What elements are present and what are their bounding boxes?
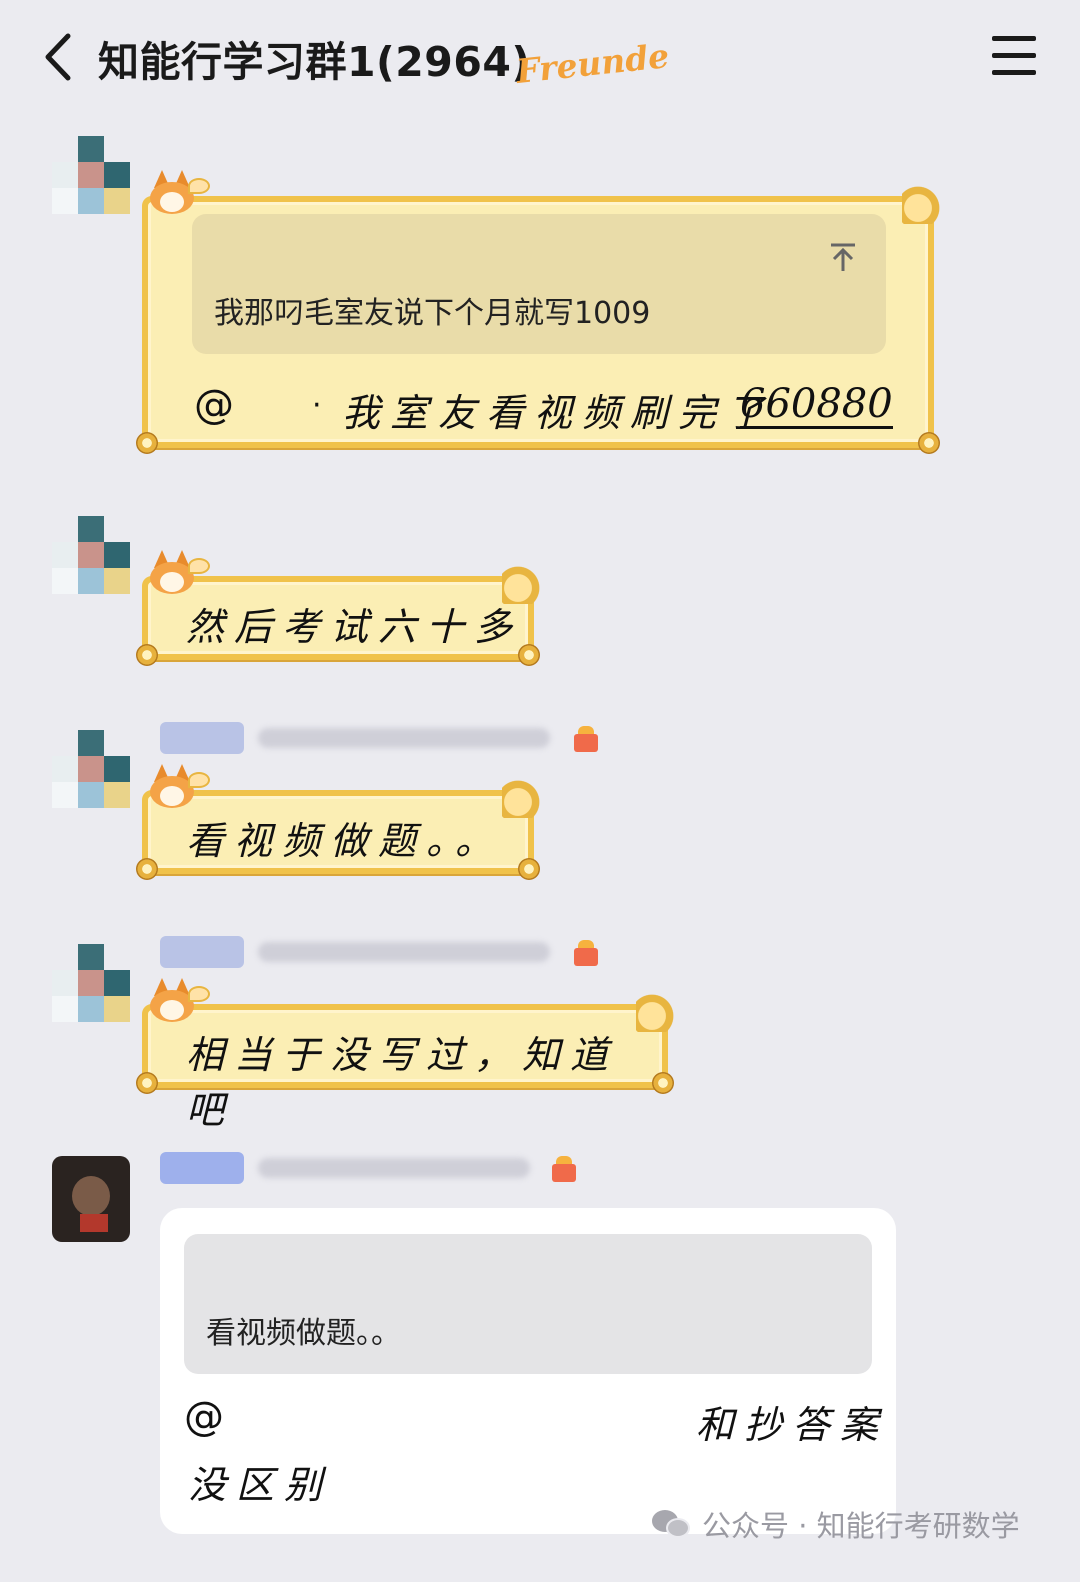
avatar[interactable] [52,944,130,1022]
quoted-message[interactable]: 我那叼毛室友说下个月就写1009 [192,214,886,354]
level-badge [160,722,244,754]
message-bubble[interactable]: 看视频做题。。 @ 和抄答案 没区别 [160,1208,896,1534]
wechat-icon [652,1508,692,1540]
message-text: 看视频做题。。 [186,819,504,863]
scroll-to-top-icon[interactable] [828,242,858,272]
corgi-sticker-icon [146,550,210,600]
quoted-text: 看视频做题。。 [206,1316,401,1351]
mention-symbol[interactable]: @ [194,382,234,428]
corgi-sticker-icon [146,170,210,220]
message-text: 然后考试六十多 [186,605,523,649]
message-text-line2: 没区别 [188,1463,333,1507]
menu-icon[interactable] [992,36,1036,76]
blurred-nickname [258,728,550,748]
sender-name-row [160,720,620,754]
gift-icon [570,938,602,966]
mention-symbol[interactable]: @ [184,1394,224,1440]
level-badge [160,936,244,968]
gift-icon [548,1154,580,1182]
message-text: 我室友看视频刷完了 [342,391,775,435]
avatar[interactable] [52,730,130,808]
corgi-sticker-icon [146,978,210,1028]
sender-name-row [160,934,620,968]
gift-icon [570,724,602,752]
mention-separator: · [312,388,322,423]
chat-header: 知能行学习群1(2964) Freunde [0,0,1080,110]
avatar[interactable] [52,136,130,214]
message-text: 和抄答案 [696,1403,889,1447]
message-bubble[interactable]: 相当于没写过，知道吧 [136,992,676,1132]
avatar[interactable] [40,1148,140,1248]
quoted-text: 我那叼毛室友说下个月就写1009 [214,296,651,331]
blurred-nickname [258,1158,530,1178]
blurred-nickname [258,942,550,962]
chat-screen: 知能行学习群1(2964) Freunde 我那叼毛室友说下个月就写1009 @… [0,0,1080,1582]
corgi-sticker-icon [146,764,210,814]
star-decoration-icon [502,778,542,818]
quoted-message[interactable]: 看视频做题。。 [184,1234,872,1374]
watermark-text: 公众号 · 知能行考研数学 [702,1509,1020,1543]
back-arrow-icon[interactable] [40,30,80,84]
group-badge: Freunde [514,36,671,91]
message-number: 660880 [740,381,893,429]
watermark: 公众号 · 知能行考研数学 [652,1502,1020,1546]
avatar[interactable] [52,516,130,594]
message-bubble[interactable]: 我那叼毛室友说下个月就写1009 @ · 我室友看视频刷完了 660880 [136,184,942,454]
group-title: 知能行学习群1(2964) [98,38,531,86]
message-text: 相当于没写过，知道吧 [186,1033,619,1132]
sender-name-row [160,1150,590,1184]
star-decoration-icon [902,184,942,224]
level-badge [160,1152,244,1184]
